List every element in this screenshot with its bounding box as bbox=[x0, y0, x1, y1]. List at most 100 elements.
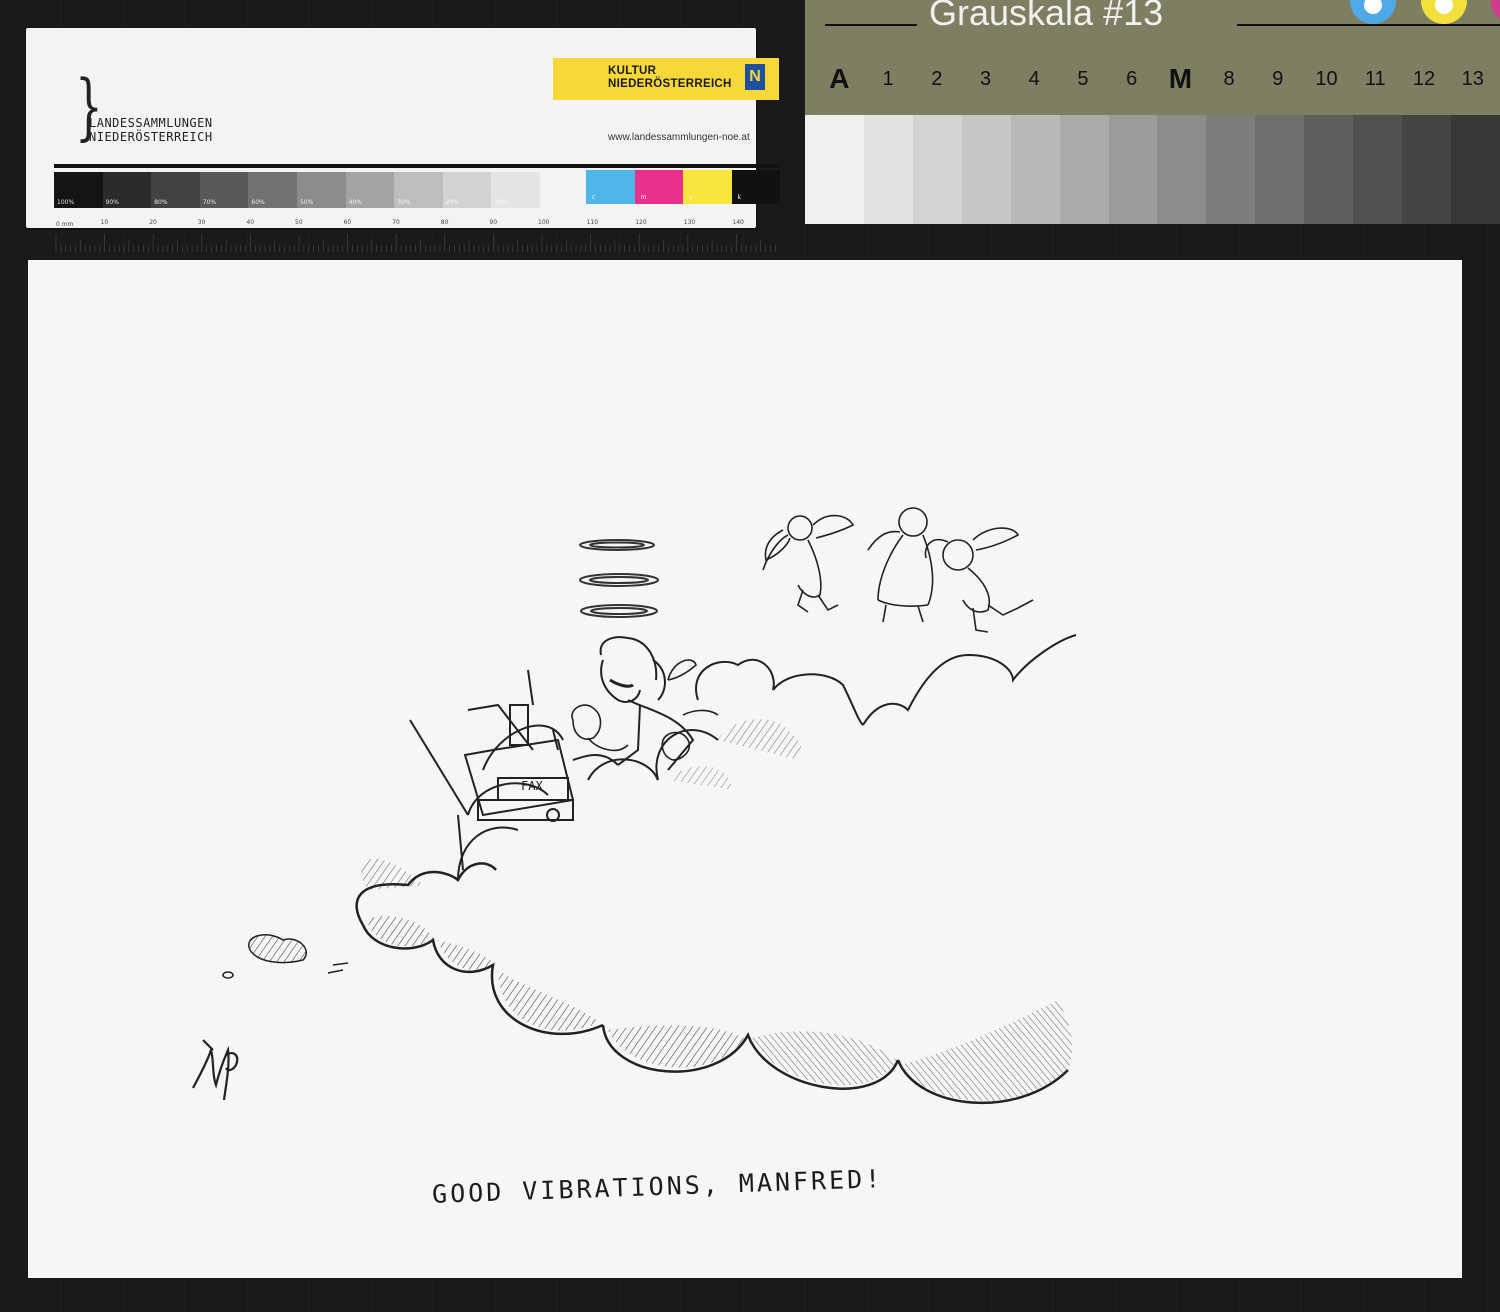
divider bbox=[54, 164, 780, 168]
org-name-line2: NIEDERÖSTERREICH bbox=[89, 130, 213, 144]
grayscale-step bbox=[1059, 115, 1109, 224]
halo-rings bbox=[579, 539, 659, 618]
desk-with-fax bbox=[409, 669, 575, 871]
gray-patch-label: 60% bbox=[251, 199, 265, 206]
grayscale-label: 12 bbox=[1412, 68, 1436, 90]
ruler-label: 40 bbox=[246, 219, 254, 226]
grayscale-label: 9 bbox=[1272, 68, 1284, 90]
flying-cherubs bbox=[762, 507, 1034, 633]
desk-cherubs bbox=[571, 659, 719, 761]
main-cloud bbox=[355, 634, 1077, 1105]
grayscale-steps bbox=[815, 115, 1500, 224]
ruler-label: 70 bbox=[392, 219, 400, 226]
gray-patch: 20% bbox=[442, 172, 492, 208]
color-target-card: } LANDESSAMMLUNGEN NIEDERÖSTERREICH KULT… bbox=[26, 28, 780, 252]
cmyk-patch-label: k bbox=[737, 194, 741, 201]
gray-patch-label: 90% bbox=[105, 199, 119, 206]
grayscale-step bbox=[1108, 115, 1158, 224]
grayscale-step bbox=[1010, 115, 1060, 224]
cmyk-patch: c bbox=[586, 170, 635, 204]
grayscale-labels: A 1 2 3 4 5 6 M 8 9 10 11 12 13 bbox=[815, 63, 1497, 108]
sponsor-line2: NIEDERÖSTERREICH bbox=[608, 78, 732, 90]
grayscale-step bbox=[815, 115, 864, 224]
ruler-label: 50 bbox=[295, 219, 303, 226]
gray-patch: 50% bbox=[296, 172, 346, 208]
grayscale-label: 13 bbox=[1461, 68, 1484, 90]
ruler-unit-label: 0 mm bbox=[56, 221, 74, 228]
grayscale-label: 6 bbox=[1126, 68, 1138, 90]
gray-patch-label: 50% bbox=[299, 199, 314, 206]
grayscale-label: A bbox=[829, 63, 850, 94]
grayscale-step bbox=[863, 115, 913, 224]
cmyk-patch: k bbox=[731, 170, 780, 204]
grayscale-label: M bbox=[1168, 63, 1193, 94]
grayscale-label: 11 bbox=[1364, 68, 1386, 90]
yellow-dot-icon bbox=[1421, 0, 1467, 24]
grayscale-header: Grauskala #13 A 1 2 3 4 5 6 M 8 9 10 11 12 13 bbox=[805, 0, 1500, 115]
grayscale-label: 4 bbox=[1028, 68, 1040, 90]
gray-patch-label: 100% bbox=[57, 199, 75, 206]
ruler-label: 20 bbox=[149, 219, 157, 226]
org-url: www.landessammlungen-noe.at bbox=[608, 132, 750, 143]
grayscale-step bbox=[1353, 115, 1403, 224]
grayscale-step bbox=[912, 115, 962, 224]
header-rule-right bbox=[1237, 24, 1500, 26]
ruler-label: 60 bbox=[344, 219, 352, 226]
cmyk-strip: cmyk bbox=[586, 170, 780, 204]
gray-patch: 10% bbox=[491, 172, 540, 208]
gray-patch: 40% bbox=[345, 172, 395, 208]
ruler-label: 140 bbox=[732, 219, 744, 226]
magenta-dot-icon bbox=[1491, 0, 1500, 24]
grayscale-card: Grauskala #13 A 1 2 3 4 5 6 M 8 9 10 11 12 13 bbox=[805, 0, 1500, 224]
grayscale-label: 10 bbox=[1315, 68, 1338, 90]
grayscale-label: 2 bbox=[931, 68, 943, 90]
ruler-label: 120 bbox=[635, 219, 647, 226]
grayscale-step bbox=[1255, 115, 1305, 224]
cmyk-patch: m bbox=[634, 170, 683, 204]
grayscale-step bbox=[1402, 115, 1451, 224]
grayscale-step bbox=[1304, 115, 1354, 224]
gray-percent-strip: 100% 90% 80% 70% 60% 50% 40% 30% 20% 10% bbox=[54, 172, 540, 208]
grayscale-step bbox=[961, 115, 1011, 224]
sponsor-box: KULTUR NIEDERÖSTERREICH N bbox=[553, 58, 779, 100]
gray-patch-label: 10% bbox=[494, 199, 508, 206]
grayscale-label: 5 bbox=[1077, 68, 1089, 90]
ruler-label: 100 bbox=[538, 219, 550, 226]
sponsor-line1: KULTUR bbox=[608, 65, 657, 77]
cmyk-patch-label: c bbox=[592, 194, 596, 201]
gray-patch-label: 70% bbox=[202, 199, 217, 206]
gray-patch: 30% bbox=[394, 172, 443, 208]
ruler-label: 80 bbox=[441, 219, 449, 226]
ruler-label: 30 bbox=[198, 219, 206, 226]
gray-patch: 90% bbox=[102, 172, 152, 208]
grayscale-label: 1 bbox=[882, 68, 894, 90]
gray-patch-label: 30% bbox=[397, 199, 411, 206]
header-rule-left bbox=[825, 24, 917, 26]
ruler-label: 130 bbox=[684, 219, 696, 226]
grayscale-step bbox=[1206, 115, 1256, 224]
org-name-line1: LANDESSAMMLUNGEN bbox=[89, 116, 213, 130]
cyan-dot-icon bbox=[1350, 0, 1396, 24]
grayscale-step bbox=[1157, 115, 1207, 224]
cartoon-drawing: FAX bbox=[192, 507, 1077, 1105]
grayscale-title: Grauskala #13 bbox=[929, 0, 1164, 33]
grayscale-step bbox=[1450, 115, 1500, 224]
artwork-sheet: FAX GOOD VIBRATIONS, MANFRED! bbox=[28, 260, 1462, 1278]
gray-patch: 70% bbox=[199, 172, 249, 208]
gray-patch-label: 80% bbox=[154, 199, 168, 206]
small-clouds bbox=[222, 934, 349, 979]
gray-patch: 60% bbox=[248, 172, 297, 208]
mm-ruler: 0 mm 10 20 30 40 50 60 70 80 90 100 110 120 130 140 bbox=[55, 219, 776, 252]
gray-patch: 80% bbox=[151, 172, 200, 208]
cmyk-patch-label: y bbox=[689, 194, 693, 201]
grayscale-label: 3 bbox=[979, 68, 992, 90]
fax-label: FAX bbox=[521, 779, 543, 793]
noe-logo-icon: N bbox=[745, 64, 765, 90]
artist-signature bbox=[192, 1039, 239, 1101]
gray-patch-label: 40% bbox=[348, 199, 362, 206]
cmyk-patch: y bbox=[683, 170, 732, 204]
gray-patch-label: 20% bbox=[445, 199, 460, 206]
man-figure bbox=[552, 636, 695, 771]
cmyk-patch-label: m bbox=[640, 194, 647, 201]
grayscale-label: 8 bbox=[1223, 68, 1235, 90]
